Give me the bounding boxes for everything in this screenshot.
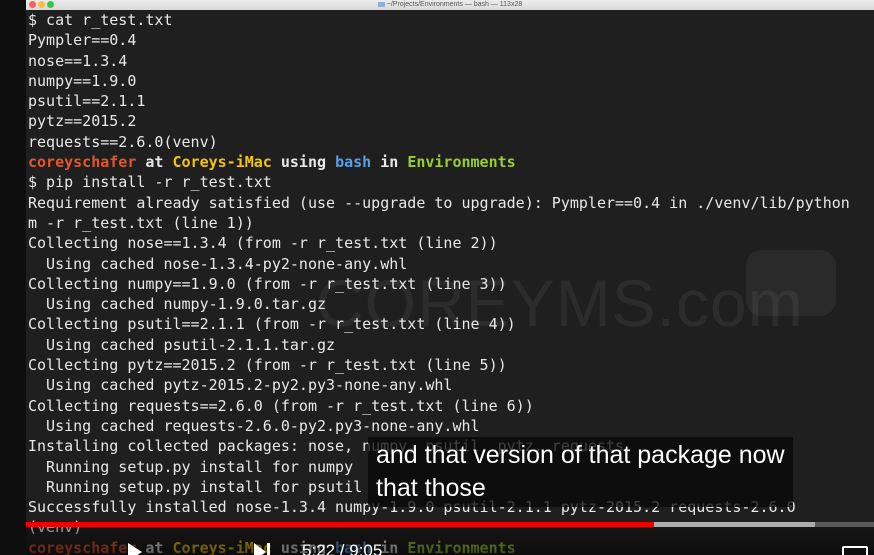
terminal-line: m -r r_test.txt (line 1)) bbox=[28, 213, 850, 233]
terminal-segment: m -r r_test.txt (line 1)) bbox=[28, 213, 254, 232]
fullscreen-icon[interactable] bbox=[842, 546, 868, 555]
terminal-segment: Using cached requests-2.6.0-py2.py3-none… bbox=[28, 416, 480, 435]
terminal-segment: pytz==2015.2 bbox=[28, 112, 137, 131]
terminal-line: Using cached numpy-1.9.0.tar.gz bbox=[28, 294, 850, 314]
terminal-line: Collecting requests==2.6.0 (from -r r_te… bbox=[28, 396, 850, 416]
time-display: 5:22 / 9:05 bbox=[302, 541, 383, 555]
window-title-text: ~/Projects/Environments — bash — 113x28 bbox=[386, 1, 523, 8]
terminal-line: pytz==2015.2 bbox=[28, 111, 850, 131]
terminal-segment: Collecting psutil==2.1.1 (from -r r_test… bbox=[28, 315, 516, 334]
terminal-segment: Collecting numpy==1.9.0 (from -r r_test.… bbox=[28, 274, 507, 293]
terminal-segment: Pympler==0.4 bbox=[28, 31, 137, 50]
terminal-line: Using cached requests-2.6.0-py2.py3-none… bbox=[28, 416, 850, 436]
terminal-line: Collecting pytz==2015.2 (from -r r_test.… bbox=[28, 355, 850, 375]
play-icon[interactable] bbox=[128, 543, 142, 555]
terminal-segment: Using cached numpy-1.9.0.tar.gz bbox=[28, 295, 327, 314]
next-icon-bar bbox=[267, 543, 270, 555]
terminal-segment: $ cat r_test.txt bbox=[28, 11, 173, 29]
terminal-line: numpy==1.9.0 bbox=[28, 71, 850, 91]
terminal-line: psutil==2.1.1 bbox=[28, 91, 850, 111]
next-icon-triangle bbox=[254, 543, 266, 555]
terminal-line: Collecting psutil==2.1.1 (from -r r_test… bbox=[28, 314, 850, 334]
terminal-segment: Using cached nose-1.3.4-py2-none-any.whl bbox=[28, 254, 408, 273]
terminal-segment: Collecting pytz==2015.2 (from -r r_test.… bbox=[28, 356, 507, 375]
terminal-line: requests==2.6.0(venv) bbox=[28, 132, 850, 152]
subtitle-caption: and that version of that package now tha… bbox=[368, 437, 793, 507]
terminal-line: Requirement already satisfied (use --upg… bbox=[28, 193, 850, 213]
terminal-line: Using cached pytz-2015.2-py2.py3-none-an… bbox=[28, 375, 850, 395]
terminal-segment: Collecting requests==2.6.0 (from -r r_te… bbox=[28, 396, 534, 415]
terminal-line: Collecting nose==1.3.4 (from -r r_test.t… bbox=[28, 233, 850, 253]
terminal-segment: nose==1.3.4 bbox=[28, 51, 128, 70]
terminal-line: Using cached nose-1.3.4-py2-none-any.whl bbox=[28, 254, 850, 274]
folder-icon bbox=[377, 1, 385, 7]
terminal-segment: Using cached psutil-2.1.1.tar.gz bbox=[28, 335, 336, 354]
terminal-segment: Using cached pytz-2015.2-py2.py3-none-an… bbox=[28, 376, 453, 395]
terminal-segment: $ pip install -r r_test.txt bbox=[28, 173, 272, 192]
terminal-segment: Running setup.py install for psutil bbox=[28, 477, 363, 496]
terminal-segment: Requirement already satisfied (use --upg… bbox=[28, 193, 850, 212]
terminal-segment: in bbox=[371, 153, 408, 172]
window-title: ~/Projects/Environments — bash — 113x28 bbox=[26, 0, 874, 10]
terminal-segment: requests==2.6.0(venv) bbox=[28, 132, 218, 151]
terminal-line: Collecting numpy==1.9.0 (from -r r_test.… bbox=[28, 274, 850, 294]
terminal-segment: bash bbox=[335, 153, 372, 172]
terminal-line: Pympler==0.4 bbox=[28, 30, 850, 50]
left-edge bbox=[0, 0, 26, 555]
terminal-line: $ pip install -r r_test.txt bbox=[28, 172, 850, 192]
terminal-line: $ cat r_test.txt bbox=[28, 10, 850, 30]
terminal-segment: Collecting nose==1.3.4 (from -r r_test.t… bbox=[28, 234, 498, 253]
terminal-segment: at bbox=[136, 153, 173, 172]
caption-line-1: and that version of that package now bbox=[376, 441, 785, 469]
caption-line-2: that those bbox=[376, 474, 486, 502]
terminal-segment: coreyschafer bbox=[28, 153, 137, 172]
next-icon[interactable] bbox=[254, 543, 274, 555]
terminal-segment: Running setup.py install for numpy bbox=[28, 457, 354, 476]
terminal-segment: psutil==2.1.1 bbox=[28, 92, 146, 111]
terminal-line: nose==1.3.4 bbox=[28, 51, 850, 71]
video-frame: ~/Projects/Environments — bash — 113x28 … bbox=[0, 0, 874, 555]
terminal-segment: using bbox=[271, 153, 336, 172]
player-controls: 5:22 / 9:05 bbox=[26, 527, 874, 555]
terminal-segment: Coreys-iMac bbox=[172, 153, 272, 172]
terminal-line: coreyschafer at Coreys-iMac using bash i… bbox=[28, 152, 850, 172]
terminal-line: Using cached psutil-2.1.1.tar.gz bbox=[28, 335, 850, 355]
terminal-segment: numpy==1.9.0 bbox=[28, 71, 137, 90]
terminal-segment: Environments bbox=[407, 153, 516, 172]
